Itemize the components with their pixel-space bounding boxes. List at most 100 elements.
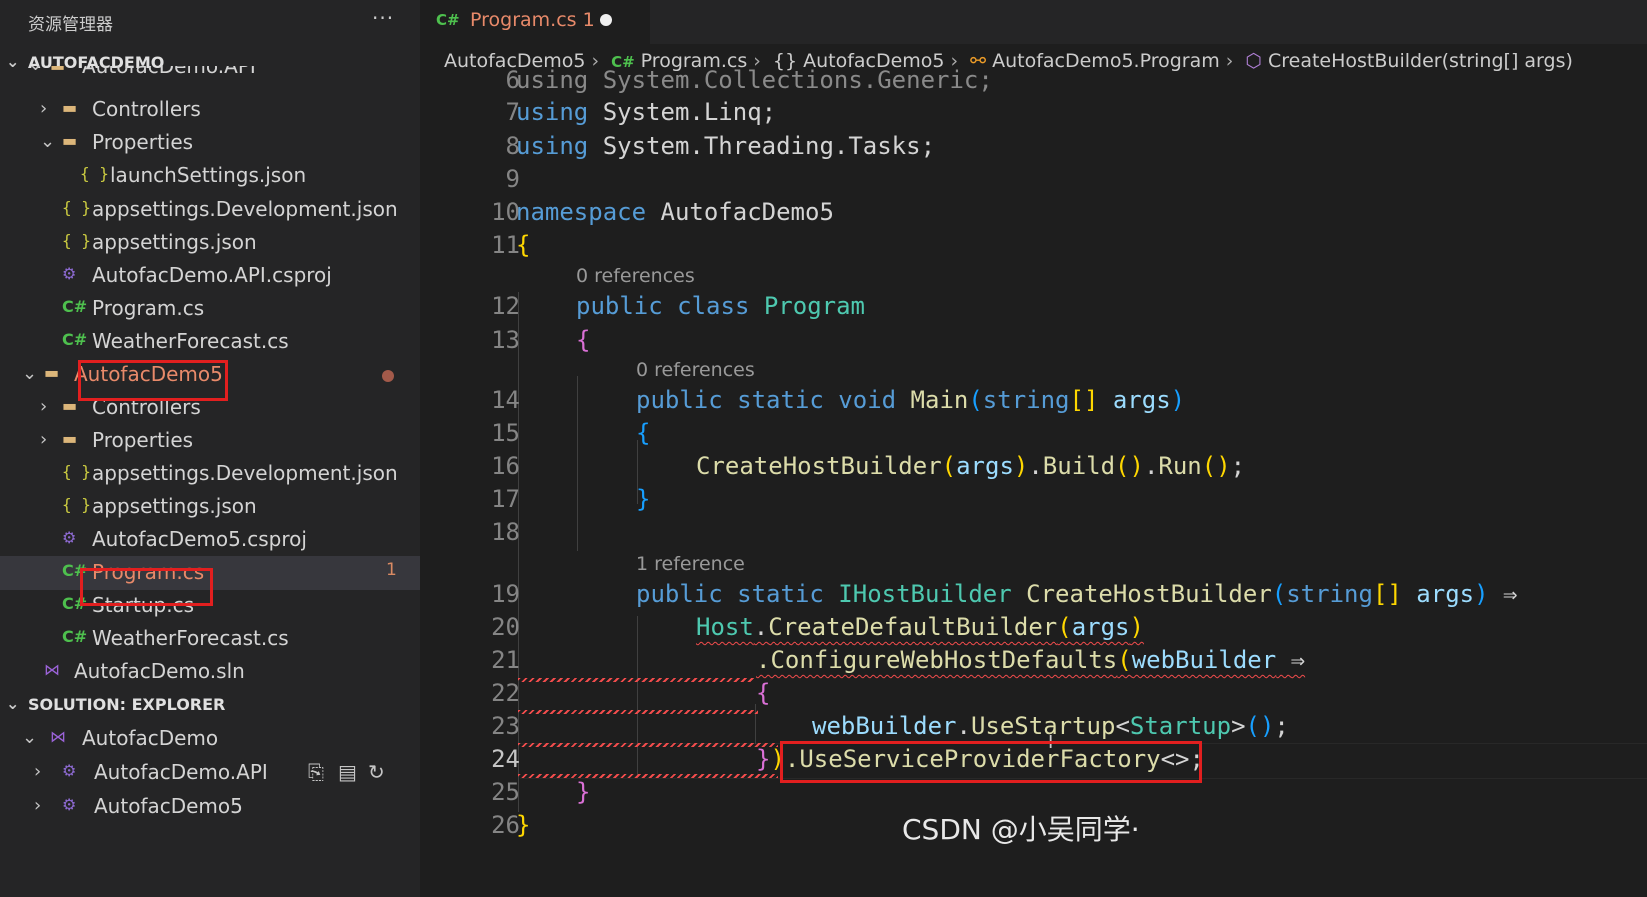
line-number: 18 [491, 518, 520, 546]
project-label: AutofacDemo.API [94, 760, 268, 784]
error-squiggle [518, 678, 754, 682]
json-icon: { } [62, 231, 91, 250]
refresh-icon[interactable]: ↻ [368, 760, 385, 784]
tree-item-label: WeatherForecast.cs [92, 626, 289, 650]
tree-item[interactable]: ⚙ AutofacDemo5.csproj [0, 523, 420, 557]
line-number: 24 [491, 745, 520, 773]
tree-item[interactable]: { } launchSettings.json [0, 159, 420, 193]
tree-item[interactable]: C# WeatherForecast.cs [0, 325, 420, 359]
tab-program-cs[interactable]: C# Program.cs 1 [420, 0, 650, 44]
code-line-6: using System.Collections.Generic; [516, 66, 993, 94]
json-icon: { } [62, 495, 91, 514]
line-number: 10 [491, 198, 520, 226]
solution-label: AutofacDemo [82, 726, 219, 750]
unsaved-dot-icon [600, 14, 612, 26]
tree-item-label: Program.cs [92, 296, 205, 320]
tree-row-cut[interactable]: ⌄ ▬ AutofacDemo.API [0, 66, 420, 88]
tree-item[interactable]: C# Program.cs [0, 292, 420, 326]
breadcrumb-class[interactable]: AutofacDemo5.Program [992, 50, 1220, 72]
chevron-down-icon: ⌄ [28, 66, 43, 75]
tree-item[interactable]: ⚙ AutofacDemo.API.csproj [0, 259, 420, 293]
codelens-main-references[interactable]: 0 references [636, 359, 755, 381]
code-line-14: public static void Main(string[] args) [636, 386, 1186, 414]
breadcrumb-method[interactable]: CreateHostBuilder(string[] args) [1268, 50, 1573, 72]
solution-section-header[interactable]: ⌄ SOLUTION: EXPLORER [0, 690, 420, 720]
chevron-down-icon: ⌄ [22, 727, 38, 748]
tab-bar: C# Program.cs 1 [420, 0, 1647, 44]
line-number: 14 [491, 386, 520, 414]
line-number: 25 [491, 778, 520, 806]
chevron-right-icon: › [34, 795, 42, 816]
codelens-class-references[interactable]: 0 references [576, 265, 695, 287]
indent-guide [577, 376, 578, 551]
code-line-12: public class Program [576, 292, 866, 320]
tree-item[interactable]: { } appsettings.json [0, 490, 420, 524]
code-line-13: { [576, 326, 591, 354]
explorer-title: 资源管理器 [28, 15, 113, 35]
tree-item-label: appsettings.Development.json [92, 461, 398, 485]
line-number: 7 [505, 98, 520, 126]
sln-icon: ⋈ [50, 727, 66, 746]
solution-item[interactable]: ⌄ ⋈ AutofacDemo [0, 722, 420, 756]
more-actions-icon[interactable]: ··· [372, 6, 394, 30]
method-icon: ⬡ [1245, 50, 1262, 72]
line-number: 12 [491, 292, 520, 320]
folder-icon: ▬ [62, 429, 78, 448]
csharp-icon: C# [62, 627, 88, 646]
line-number: 6 [505, 66, 520, 94]
line-number: 11 [491, 231, 520, 259]
tree-item-label: Controllers [92, 97, 201, 121]
error-squiggle [518, 774, 778, 778]
chevron-down-icon: ⌄ [22, 363, 38, 384]
tree-item[interactable]: { } appsettings.Development.json [0, 193, 420, 227]
highlight-box-file [80, 568, 213, 606]
json-icon: { } [62, 198, 91, 217]
tree-item-label: appsettings.json [92, 230, 257, 254]
line-number: 15 [491, 419, 520, 447]
new-file-icon[interactable]: ⎘ [308, 760, 324, 784]
code-line-15: { [636, 419, 651, 447]
new-folder-icon[interactable]: ▤ [338, 760, 357, 784]
csproj-icon: ⚙ [62, 795, 77, 814]
solution-header-label: SOLUTION: EXPLORER [28, 695, 226, 714]
code-line-19: public static IHostBuilder CreateHostBui… [636, 580, 1518, 608]
line-number: 22 [491, 679, 520, 707]
code-line-25: } [576, 778, 591, 806]
codelens-chb-references[interactable]: 1 reference [636, 553, 745, 575]
folder-icon: ▬ [62, 131, 78, 150]
code-line-21: .ConfigureWebHostDefaults(webBuilder ⇒ [756, 646, 1306, 674]
explorer-sidebar: 资源管理器 ··· ⌄ AUTOFACDEMO ⌄ ▬ AutofacDemo.… [0, 0, 420, 897]
tree-item[interactable]: { } appsettings.Development.json [0, 457, 420, 491]
csproj-icon: ⚙ [62, 528, 77, 547]
csharp-icon: C# [62, 297, 88, 316]
tree-item[interactable]: C# WeatherForecast.cs [0, 622, 420, 656]
csproj-icon: ⚙ [62, 264, 77, 283]
folder-icon: ▬ [62, 396, 78, 415]
highlight-box-code [780, 741, 1202, 783]
solution-project-item[interactable]: › ⚙ AutofacDemo5 [0, 790, 420, 824]
code-line-20: Host.CreateDefaultBuilder(args) [696, 613, 1144, 641]
csproj-icon: ⚙ [62, 761, 77, 780]
chevron-right-icon: › [40, 396, 48, 417]
tree-item[interactable]: › ▬ Properties [0, 424, 420, 458]
line-number: 17 [491, 485, 520, 513]
tree-item-label: WeatherForecast.cs [92, 329, 289, 353]
tree-item[interactable]: › ▬ Controllers [0, 93, 420, 127]
solution-project-item[interactable]: › ⚙ AutofacDemo.API ⎘ ▤ ↻ [0, 756, 420, 790]
tree-item[interactable]: { } appsettings.json [0, 226, 420, 260]
tree-item-label: appsettings.Development.json [92, 197, 398, 221]
folder-open-icon: ▬ [50, 66, 65, 75]
tree-item-label: AutofacDemo.API.csproj [92, 263, 332, 287]
problem-count-badge: 1 [386, 560, 397, 580]
tree-item-label: AutofacDemo5.csproj [92, 527, 307, 551]
tree-item-label: Properties [92, 428, 194, 452]
code-line-10: namespace AutofacDemo5 [516, 198, 834, 226]
tree-item[interactable]: ⋈ AutofacDemo.sln [0, 655, 420, 689]
code-line-11: { [516, 231, 531, 259]
tree-item[interactable]: ⌄ ▬ Properties [0, 126, 420, 160]
error-squiggle [518, 710, 758, 714]
line-number: 16 [491, 452, 520, 480]
code-line-22: { [756, 679, 771, 707]
chevron-right-icon: › [34, 761, 42, 782]
json-icon: { } [80, 164, 109, 183]
